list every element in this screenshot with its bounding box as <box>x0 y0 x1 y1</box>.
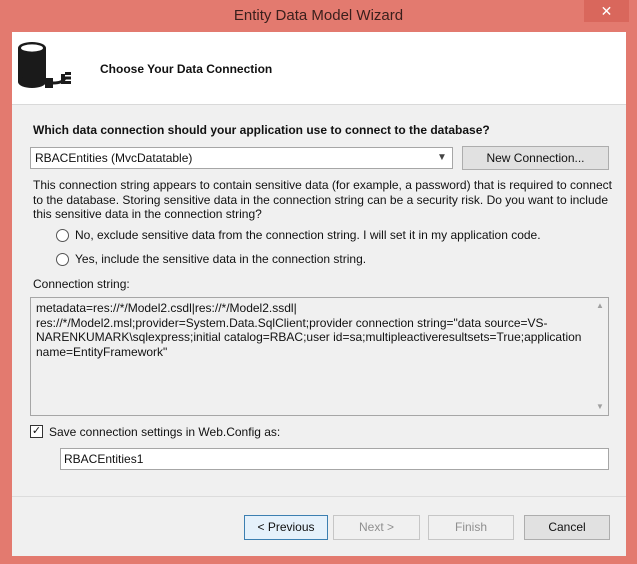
new-connection-button[interactable]: New Connection... <box>462 146 609 170</box>
connection-string-label: Connection string: <box>33 277 130 291</box>
save-settings-label[interactable]: Save connection settings in Web.Config a… <box>49 425 280 439</box>
chevron-down-icon[interactable]: ▼ <box>436 150 448 166</box>
connection-string-text[interactable]: metadata=res://*/Model2.csdl|res://*/Mod… <box>36 301 591 359</box>
page-title: Choose Your Data Connection <box>100 62 273 76</box>
title-bar[interactable]: Entity Data Model Wizard ✕ <box>0 0 637 32</box>
connection-string-line: res://*/Model2.msl;provider=System.Data.… <box>36 315 548 330</box>
close-button[interactable]: ✕ <box>584 0 629 22</box>
radio-button-include[interactable] <box>56 253 69 266</box>
scroll-down-icon[interactable]: ▼ <box>592 399 608 415</box>
connection-select-value: RBACEntities (MvcDatatable) <box>35 151 193 165</box>
vertical-scrollbar[interactable]: ▲ ▼ <box>592 298 608 415</box>
database-plug-icon <box>18 42 71 88</box>
radio-exclude-label[interactable]: No, exclude sensitive data from the conn… <box>75 228 541 242</box>
entity-name-input[interactable]: RBACEntities1 <box>60 448 609 470</box>
radio-button-exclude[interactable] <box>56 229 69 242</box>
close-icon: ✕ <box>600 3 613 19</box>
next-button[interactable]: Next > <box>333 515 420 540</box>
wizard-window: Entity Data Model Wizard ✕ Choose Your D… <box>0 0 637 564</box>
connection-string-line: NARENKUMARK\sqlexpress;initial catalog=R… <box>36 330 582 344</box>
footer-divider <box>12 496 626 497</box>
cancel-button[interactable]: Cancel <box>524 515 610 540</box>
connection-question: Which data connection should your applic… <box>33 123 490 137</box>
previous-button[interactable]: < Previous <box>244 515 328 540</box>
dialog-client-area: Choose Your Data Connection Which data c… <box>12 32 626 556</box>
scroll-up-icon[interactable]: ▲ <box>592 298 608 314</box>
connection-string-line: metadata=res://*/Model2.csdl|res://*/Mod… <box>36 301 297 315</box>
connection-string-box[interactable]: metadata=res://*/Model2.csdl|res://*/Mod… <box>30 297 609 416</box>
connection-select[interactable]: RBACEntities (MvcDatatable) ▼ <box>30 147 453 169</box>
window-title: Entity Data Model Wizard <box>233 7 404 24</box>
wizard-header: Choose Your Data Connection <box>12 32 626 105</box>
save-settings-checkbox[interactable]: ✓ <box>30 425 43 438</box>
radio-include-label[interactable]: Yes, include the sensitive data in the c… <box>75 252 366 266</box>
connection-string-line: name=EntityFramework" <box>36 344 168 359</box>
sensitive-data-message: This connection string appears to contai… <box>33 178 612 221</box>
finish-button[interactable]: Finish <box>428 515 514 540</box>
